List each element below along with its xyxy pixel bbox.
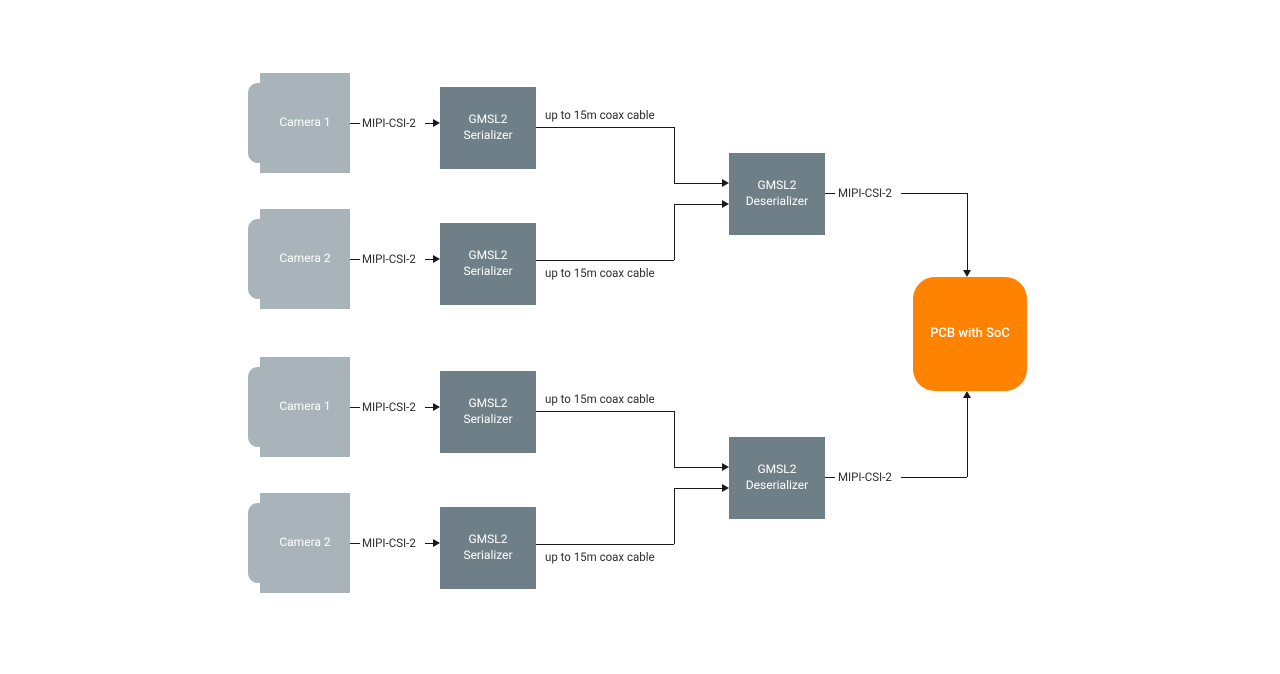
connector-label: MIPI-CSI-2 (838, 186, 892, 200)
serializer-label: GMSL2 Serializer (463, 248, 512, 279)
camera-block: Camera 1 (260, 73, 350, 173)
camera-label: Camera 2 (279, 251, 330, 267)
connector-line (350, 407, 360, 408)
connector-line (425, 123, 433, 124)
connector-line (967, 193, 968, 270)
connector-line (967, 398, 968, 477)
connector-line (425, 259, 433, 260)
connector-line (674, 467, 722, 468)
connector-line (350, 543, 360, 544)
connector-line (350, 123, 360, 124)
connector-label: up to 15m coax cable (545, 550, 655, 564)
connector-line (536, 260, 674, 261)
arrowhead-down (963, 270, 971, 277)
arrowhead-right (433, 255, 440, 263)
connector-line (825, 193, 835, 194)
camera-block: Camera 1 (260, 357, 350, 457)
arrowhead-right (433, 403, 440, 411)
connector-line (425, 543, 433, 544)
camera-block: Camera 2 (260, 493, 350, 593)
connector-line (536, 127, 674, 128)
connector-line (536, 411, 674, 412)
connector-line (674, 127, 675, 183)
soc-label: PCB with SoC (930, 326, 1010, 343)
connector-label: MIPI-CSI-2 (362, 400, 416, 414)
serializer-block: GMSL2 Serializer (440, 507, 536, 589)
connector-line (825, 477, 835, 478)
arrowhead-right (722, 179, 729, 187)
deserializer-label: GMSL2 Deserializer (746, 462, 808, 493)
arrowhead-right (433, 119, 440, 127)
serializer-block: GMSL2 Serializer (440, 223, 536, 305)
arrowhead-right (722, 484, 729, 492)
connector-label: MIPI-CSI-2 (362, 252, 416, 266)
deserializer-block: GMSL2 Deserializer (729, 437, 825, 519)
connector-line (674, 488, 722, 489)
connector-line (350, 259, 360, 260)
serializer-block: GMSL2 Serializer (440, 87, 536, 169)
connector-label: up to 15m coax cable (545, 266, 655, 280)
serializer-label: GMSL2 Serializer (463, 532, 512, 563)
connector-label: up to 15m coax cable (545, 392, 655, 406)
connector-line (425, 407, 433, 408)
camera-block: Camera 2 (260, 209, 350, 309)
deserializer-label: GMSL2 Deserializer (746, 178, 808, 209)
arrowhead-up (963, 391, 971, 398)
serializer-label: GMSL2 Serializer (463, 396, 512, 427)
connector-line (901, 477, 967, 478)
connector-line (674, 411, 675, 467)
connector-line (674, 183, 722, 184)
serializer-block: GMSL2 Serializer (440, 371, 536, 453)
connector-line (674, 204, 722, 205)
connector-line (536, 544, 674, 545)
camera-label: Camera 2 (279, 535, 330, 551)
soc-block: PCB with SoC (913, 277, 1027, 391)
serializer-label: GMSL2 Serializer (463, 112, 512, 143)
camera-label: Camera 1 (279, 115, 330, 131)
connector-label: up to 15m coax cable (545, 108, 655, 122)
connector-label: MIPI-CSI-2 (838, 470, 892, 484)
arrowhead-right (433, 539, 440, 547)
connector-line (901, 193, 967, 194)
deserializer-block: GMSL2 Deserializer (729, 153, 825, 235)
connector-line (674, 204, 675, 260)
camera-label: Camera 1 (279, 399, 330, 415)
arrowhead-right (722, 463, 729, 471)
connector-label: MIPI-CSI-2 (362, 536, 416, 550)
connector-label: MIPI-CSI-2 (362, 116, 416, 130)
connector-line (674, 488, 675, 544)
arrowhead-right (722, 200, 729, 208)
